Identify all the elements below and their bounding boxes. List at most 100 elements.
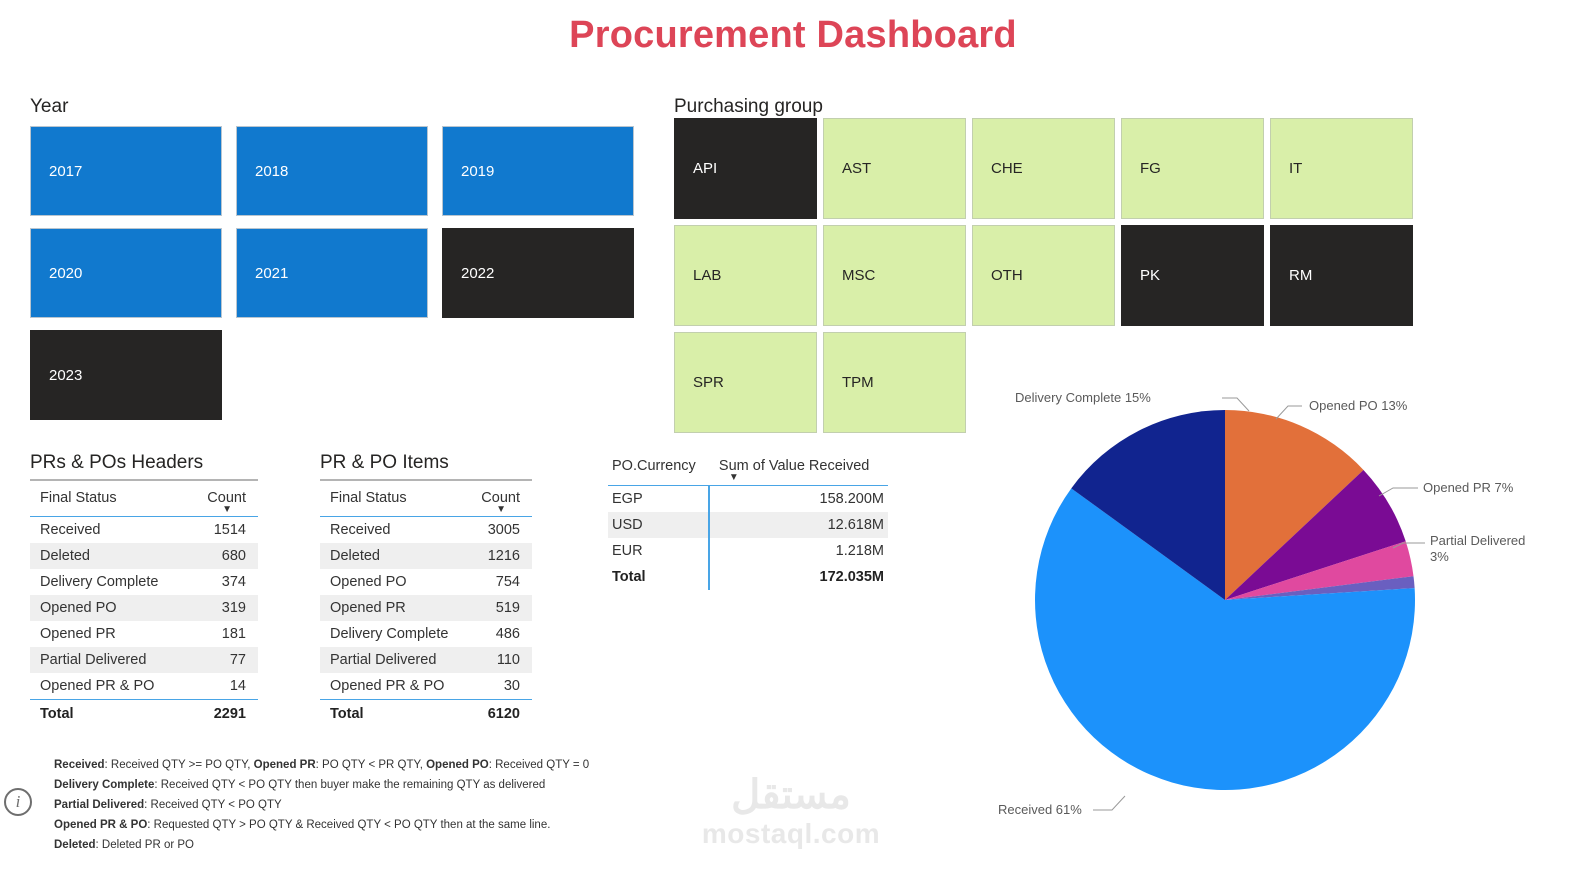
pr-po-items-title: PR & PO Items (320, 452, 532, 481)
pie-label-delivery-complete: Delivery Complete 15% (1015, 390, 1151, 405)
pie-label-partial-delivered: Partial Delivered 3% (1430, 533, 1525, 565)
pie-svg (1035, 397, 1425, 811)
prs-pos-headers-title: PRs & POs Headers (30, 452, 258, 481)
slicer-tile-2023[interactable]: 2023 (30, 330, 222, 420)
cell-value-received: 1.218M (707, 538, 888, 564)
cell-total-count: 6120 (465, 699, 532, 727)
slicer-tile-2020[interactable]: 2020 (30, 228, 222, 318)
table-row[interactable]: Delivery Complete 374 (30, 569, 258, 595)
slicer-tile-pk[interactable]: PK (1121, 225, 1264, 326)
slicer-tile-label: IT (1289, 160, 1303, 177)
currency-table-body: EGP 158.200M USD 12.618M EUR 1.218M Total 172.0… (608, 485, 888, 590)
cell-final-status: Deleted (330, 548, 380, 564)
year-slicer[interactable]: 2017 2018 2019 2020 2021 2022 2023 (30, 126, 638, 420)
table-row[interactable]: Received 1514 (30, 517, 258, 544)
cell-count: 1216 (487, 548, 520, 564)
slicer-tile-label: OTH (991, 267, 1023, 284)
slicer-tile-che[interactable]: CHE (972, 118, 1115, 219)
table-row[interactable]: Opened PR & PO 14 (30, 673, 258, 700)
sort-desc-icon: ▼ (728, 472, 739, 483)
footnote-line: Deleted: Deleted PR or PO (54, 839, 194, 851)
slicer-tile-label: AST (842, 160, 872, 177)
slicer-tile-label: API (693, 160, 718, 177)
table-row[interactable]: Delivery Complete 486 (320, 621, 532, 647)
slicer-tile-msc[interactable]: MSC (823, 225, 966, 326)
cell-count: 3005 (487, 522, 520, 538)
slicer-tile-label: FG (1140, 160, 1161, 177)
slicer-tile-tpm[interactable]: TPM (823, 332, 966, 433)
slicer-tile-label: 2021 (255, 264, 289, 282)
cell-final-status: Opened PR (40, 626, 116, 642)
table-row[interactable]: Opened PR 519 (320, 595, 532, 621)
pie-label-partial-delivered-line1: Partial Delivered (1430, 533, 1526, 548)
table-row[interactable]: Deleted 1216 (320, 543, 532, 569)
table-row[interactable]: Partial Delivered 110 (320, 647, 532, 673)
slicer-tile-spr[interactable]: SPR (674, 332, 817, 433)
slicer-tile-2018[interactable]: 2018 (236, 126, 428, 216)
pie-slices[interactable] (1035, 410, 1416, 790)
slicer-tile-oth[interactable]: OTH (972, 225, 1115, 326)
slicer-tile-rm[interactable]: RM (1270, 225, 1413, 326)
slicer-tile-2022[interactable]: 2022 (442, 228, 634, 318)
table-row[interactable]: USD 12.618M (608, 512, 888, 538)
slicer-tile-api[interactable]: API (674, 118, 817, 219)
final-status-pie-chart[interactable]: Delivery Complete 15% Opened PO 13% Open… (975, 378, 1575, 848)
slicer-tile-fg[interactable]: FG (1121, 118, 1264, 219)
sort-desc-icon: ▼ (222, 504, 232, 515)
slicer-tile-label: SPR (693, 374, 724, 391)
table-row[interactable]: Opened PO 754 (320, 569, 532, 595)
cell-final-status: Received (40, 522, 101, 538)
cell-final-status: Partial Delivered (40, 652, 147, 668)
table-row[interactable]: EUR 1.218M (608, 538, 888, 564)
slicer-tile-label: 2019 (461, 162, 495, 180)
column-header-sum-label: Sum of Value Received (718, 458, 870, 474)
slicer-tile-it[interactable]: IT (1270, 118, 1413, 219)
cell-total-label: Total (320, 699, 466, 727)
slicer-tile-lab[interactable]: LAB (674, 225, 817, 326)
slicer-tile-label: 2017 (49, 162, 83, 180)
slicer-tile-label: RM (1289, 267, 1313, 284)
slicer-tile-label: 2023 (49, 366, 83, 384)
table-row[interactable]: Opened PR 181 (30, 621, 258, 647)
slicer-tile-label: TPM (842, 374, 874, 391)
slicer-tile-label: 2022 (461, 264, 495, 282)
cell-final-status: Opened PO (40, 600, 117, 616)
table-header-row: Final Status Count ▼ (30, 481, 258, 517)
column-header-count[interactable]: Count ▼ (186, 481, 258, 517)
cell-final-status: Delivery Complete (330, 626, 449, 642)
table-row[interactable]: Partial Delivered 77 (30, 647, 258, 673)
currency-table-grid: PO.Currency Sum of Value Received ▼ EGP 1… (608, 458, 888, 590)
footnote-line: Delivery Complete: Received QTY < PO QTY… (54, 779, 546, 791)
slicer-tile-2017[interactable]: 2017 (30, 126, 222, 216)
cell-count: 14 (229, 678, 246, 694)
cell-currency: EGP (612, 491, 643, 507)
slicer-tile-2019[interactable]: 2019 (442, 126, 634, 216)
cell-final-status: Opened PO (330, 574, 407, 590)
cell-final-status: Partial Delivered (330, 652, 437, 668)
slicer-tile-ast[interactable]: AST (823, 118, 966, 219)
table-row[interactable]: Opened PR & PO 30 (320, 673, 532, 700)
cell-count: 680 (221, 548, 246, 564)
table-total-row: Total 6120 (320, 699, 532, 727)
cell-currency: USD (612, 517, 643, 533)
column-header-count[interactable]: Count ▼ (465, 481, 532, 517)
column-header-po-currency[interactable]: PO.Currency (608, 458, 709, 486)
page-title: Procurement Dashboard (569, 14, 1017, 56)
cell-currency: EUR (612, 543, 643, 559)
table-row[interactable]: EGP 158.200M (608, 485, 888, 512)
cell-total-label: Total (30, 699, 187, 727)
cell-count: 181 (221, 626, 246, 642)
column-header-final-status[interactable]: Final Status (320, 481, 465, 517)
sort-desc-icon: ▼ (496, 504, 506, 515)
table-row[interactable]: Opened PO 319 (30, 595, 258, 621)
table-row[interactable]: Deleted 680 (30, 543, 258, 569)
watermark-latin: mostaql.com (701, 818, 881, 849)
slicer-tile-2021[interactable]: 2021 (236, 228, 428, 318)
table-total-row: Total 172.035M (608, 564, 888, 590)
column-header-sum-value-received[interactable]: Sum of Value Received ▼ (709, 458, 888, 486)
column-header-final-status[interactable]: Final Status (30, 481, 186, 517)
pie-label-partial-delivered-line2: 3% (1430, 549, 1449, 564)
slicer-tile-label: LAB (693, 267, 722, 284)
cell-count: 754 (495, 574, 520, 590)
table-row[interactable]: Received 3005 (320, 517, 532, 544)
